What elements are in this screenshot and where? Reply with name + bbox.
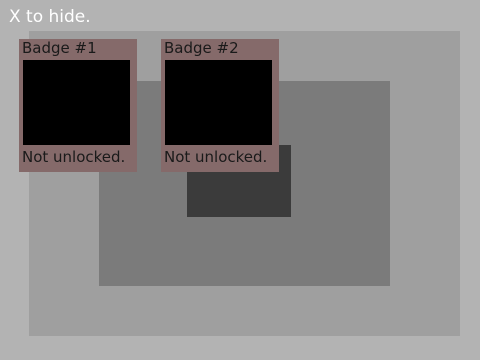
hide-hint: X to hide.	[9, 7, 91, 27]
badge-card-2[interactable]: Badge #2 Not unlocked.	[161, 39, 279, 172]
badge-image-locked	[23, 60, 130, 145]
badge-title: Badge #2	[164, 39, 239, 57]
badge-status: Not unlocked.	[164, 148, 268, 166]
badge-card-1[interactable]: Badge #1 Not unlocked.	[19, 39, 137, 172]
badge-status: Not unlocked.	[22, 148, 126, 166]
badge-title: Badge #1	[22, 39, 97, 57]
badge-image-locked	[165, 60, 272, 145]
